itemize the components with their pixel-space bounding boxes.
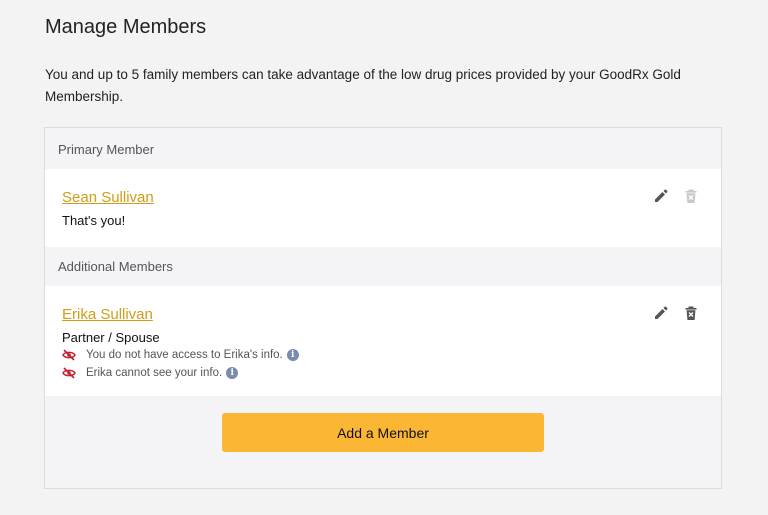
add-member-area: Add a Member xyxy=(45,396,721,487)
trash-icon[interactable] xyxy=(683,305,699,321)
eye-slash-icon xyxy=(62,349,76,361)
info-icon[interactable]: i xyxy=(286,349,299,361)
info-icon[interactable]: i xyxy=(226,367,239,379)
primary-member-heading: Primary Member xyxy=(45,128,721,169)
privacy-line-access: You do not have access to Erika's info. … xyxy=(62,346,721,364)
additional-member-name-link[interactable]: Erika Sullivan xyxy=(62,305,153,325)
privacy-text-visibility: Erika cannot see your info. xyxy=(86,367,223,379)
members-card: Primary Member Sean Sullivan That's you! xyxy=(44,127,722,489)
privacy-line-visibility: Erika cannot see your info. i xyxy=(62,364,721,382)
additional-member-relation: Partner / Spouse xyxy=(62,330,160,345)
add-member-button[interactable]: Add a Member xyxy=(222,413,544,452)
additional-members-heading: Additional Members xyxy=(45,247,721,286)
pencil-icon[interactable] xyxy=(653,305,669,321)
primary-member-name-link[interactable]: Sean Sullivan xyxy=(62,188,154,208)
additional-member-actions xyxy=(639,305,699,321)
manage-members-page: Manage Members You and up to 5 family me… xyxy=(0,0,768,515)
trash-icon[interactable] xyxy=(683,188,699,204)
primary-member-subtitle: That's you! xyxy=(62,213,126,228)
primary-member-row: Sean Sullivan That's you! xyxy=(45,169,721,247)
page-intro: You and up to 5 family members can take … xyxy=(45,67,681,104)
additional-member-row: Erika Sullivan Partner / Spouse You do n… xyxy=(45,286,721,396)
primary-member-actions xyxy=(639,188,699,204)
privacy-text-access: You do not have access to Erika's info. xyxy=(86,349,283,361)
page-title: Manage Members xyxy=(45,16,207,38)
pencil-icon[interactable] xyxy=(653,188,669,204)
eye-slash-icon xyxy=(62,367,76,379)
